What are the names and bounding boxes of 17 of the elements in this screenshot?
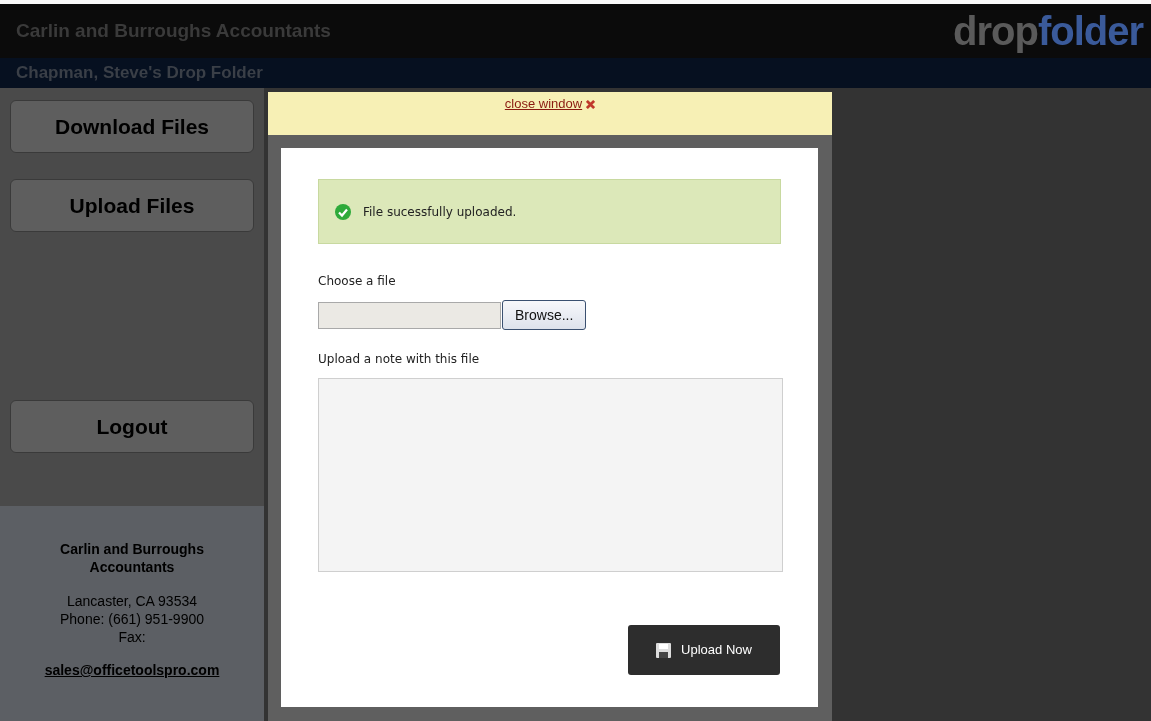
company-name: Carlin and Burroughs Accountants — [60, 540, 204, 576]
checkmark-icon — [335, 203, 351, 220]
sidebar-button[interactable]: Download Files — [10, 100, 254, 153]
close-icon — [586, 99, 596, 109]
file-path-field[interactable] — [318, 301, 501, 329]
browse-button[interactable]: Browse... — [502, 300, 587, 330]
email-link[interactable]: sales@officetoolspro.com — [44, 660, 220, 681]
sidebar-button[interactable]: Upload Files — [10, 179, 254, 232]
contact-info: Lancaster, CA 93534 Phone: (661) 951-9900 Fax: — [60, 592, 204, 646]
upload-now-button[interactable]: Upload Now — [628, 625, 780, 675]
alert-message: File sucessfully uploaded. — [363, 203, 517, 221]
logo: dropfolder — [953, 8, 1143, 55]
field-label: Choose a file — [318, 273, 397, 290]
field-label: Upload a note with this file — [318, 351, 481, 368]
note-field[interactable] — [318, 378, 783, 572]
sidebar-button[interactable]: Logout — [10, 400, 254, 453]
close-window-link[interactable]: close window — [504, 95, 596, 113]
